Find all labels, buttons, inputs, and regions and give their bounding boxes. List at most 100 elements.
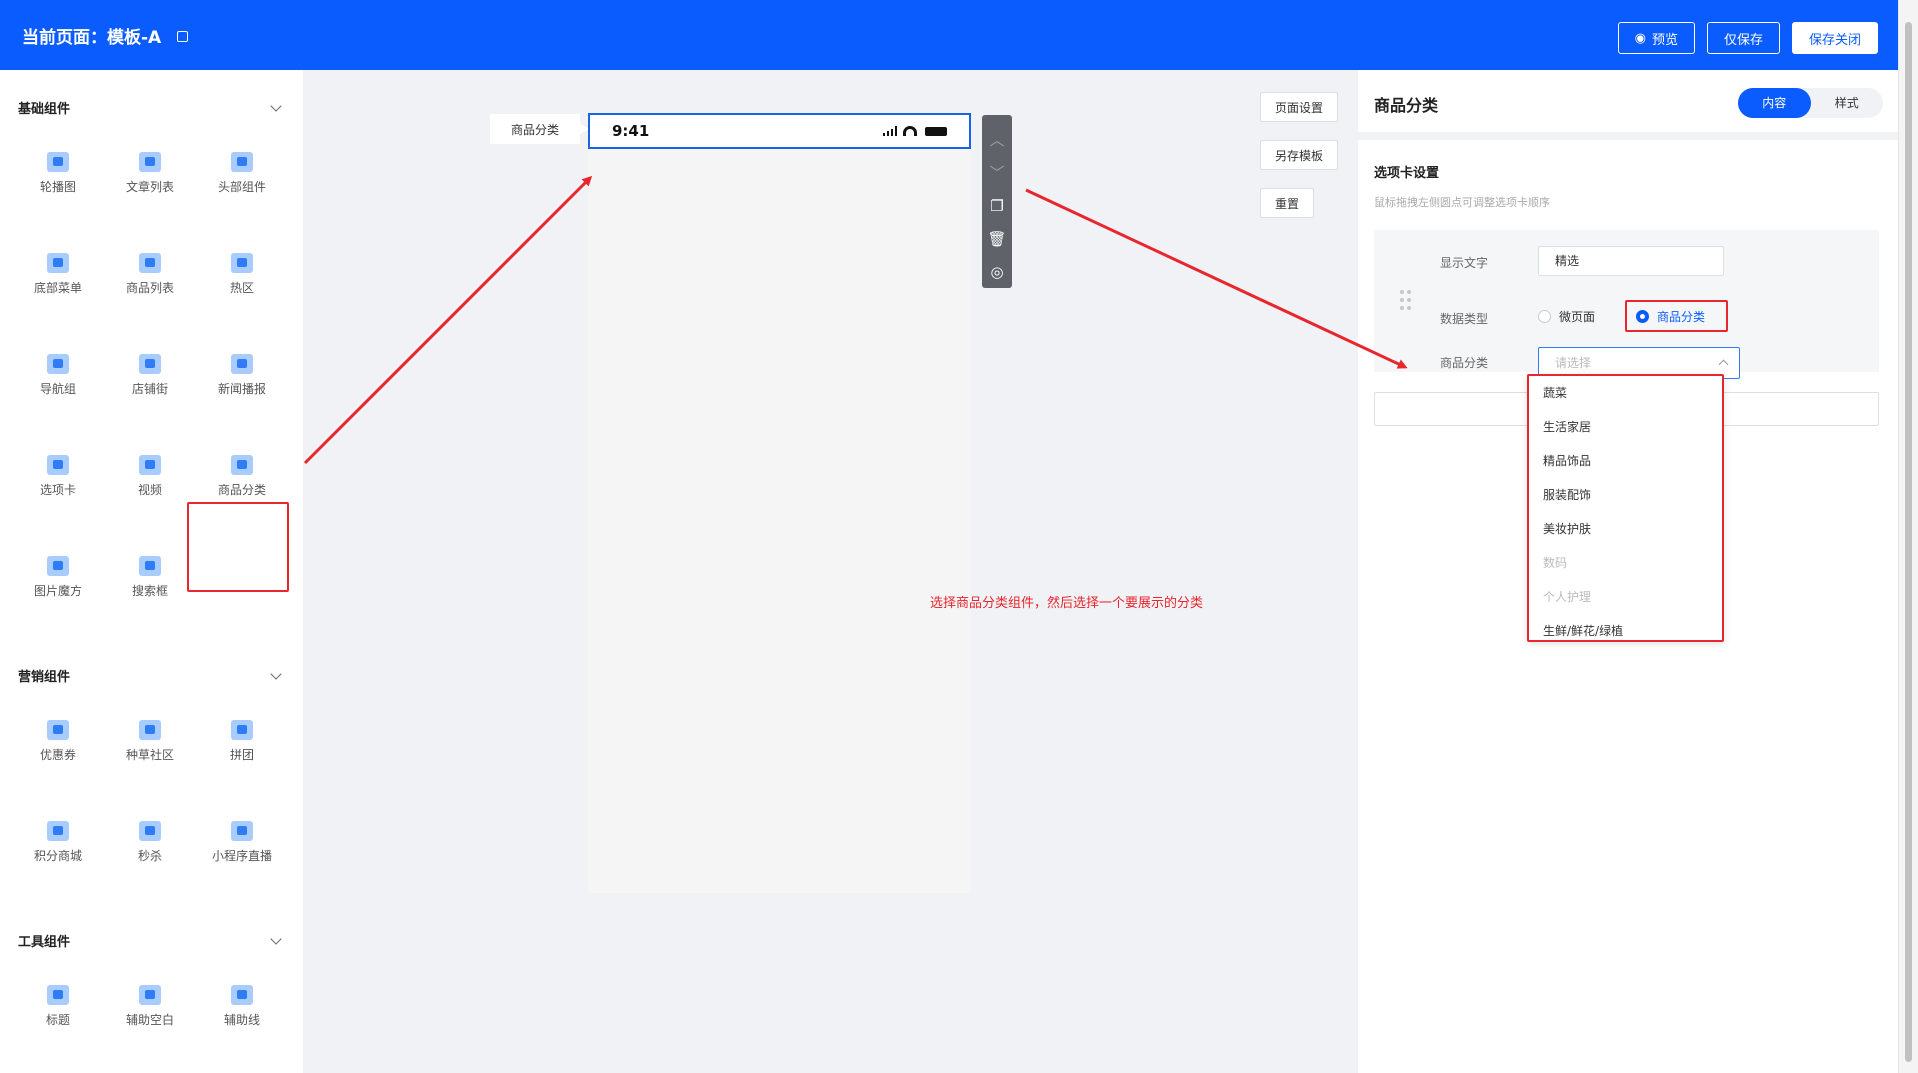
component-tabs[interactable]: 选项卡 [12,455,104,498]
section-hint: 鼠标拖拽左侧圆点可调整选项卡顺序 [1374,196,1550,209]
chevron-down-icon [270,99,282,112]
category-placeholder: 请选择 [1555,356,1592,370]
page-title-text: 当前页面：模板-A [22,27,162,48]
radio-micro-page[interactable]: 微页面 [1538,308,1595,325]
display-text-input[interactable]: 精选 [1538,246,1724,276]
component-article-list[interactable]: 文章列表 [104,152,196,195]
component-label: 积分商城 [33,849,82,863]
reset-button[interactable]: 重置 [1260,188,1315,218]
section-title-basic: 基础组件 [18,102,71,117]
component-blank-space[interactable]: 辅助空白 [104,985,196,1028]
section-title-tools: 工具组件 [18,935,71,950]
flash-sale-icon [139,821,161,841]
component-divider[interactable]: 辅助线 [196,985,288,1028]
component-product-category[interactable]: 商品分类 [196,455,288,498]
section-header-basic[interactable]: 基础组件 [18,98,288,117]
drag-handle-icon[interactable] [1400,290,1412,312]
coupon-icon [47,720,69,740]
component-label: 图片魔方 [33,584,82,598]
dropdown-option[interactable]: 美妆护肤 [1529,512,1722,546]
component-store-street[interactable]: 店铺街 [104,354,196,397]
phone-status-bar[interactable]: 9:41 [588,113,971,149]
article-list-icon [139,152,161,172]
component-video[interactable]: 视频 [104,455,196,498]
tab-content[interactable]: 内容 [1738,88,1811,118]
section-header-marketing[interactable]: 营销组件 [18,666,288,685]
component-live-stream[interactable]: 小程序直播 [196,821,288,864]
component-label: 优惠券 [39,748,76,762]
component-community[interactable]: 种草社区 [104,720,196,763]
component-label: 拼团 [229,748,254,762]
component-toolbar: ︿ ﹀ ❐ 🗑 ◎ [982,115,1012,288]
component-label: 商品列表 [125,281,174,295]
component-group-buy[interactable]: 拼团 [196,720,288,763]
section-title: 选项卡设置 [1374,166,1440,181]
chevron-down-icon [270,667,282,680]
edit-icon[interactable] [177,30,189,42]
panel-title: 商品分类 [1374,96,1439,115]
component-news[interactable]: 新闻播报 [196,354,288,397]
category-dropdown: 蔬菜 生活家居 精品饰品 服装配饰 美妆护肤 数码 个人护理 生鲜/鲜花/绿植 [1527,374,1724,642]
status-time: 9:41 [612,122,650,140]
component-label: 热区 [229,281,254,295]
scrollbar-thumb[interactable] [1905,22,1912,1062]
component-bottom-menu[interactable]: 底部菜单 [12,253,104,296]
copy-icon[interactable]: ❐ [982,189,1012,222]
component-label: 视频 [137,483,162,497]
page-scrollbar[interactable] [1898,0,1918,1073]
section-title-marketing: 营销组件 [18,670,71,685]
tab-style[interactable]: 样式 [1811,88,1884,118]
save-close-button[interactable]: 保存关闭 [1791,22,1878,54]
delete-icon[interactable]: 🗑 [982,222,1012,255]
live-camera-icon [231,821,253,841]
video-icon [139,455,161,475]
move-up-icon[interactable]: ︿ [982,123,1012,156]
signal-icon [883,126,897,136]
dropdown-option[interactable]: 生活家居 [1529,410,1722,444]
component-navigation[interactable]: 导航组 [12,354,104,397]
dropdown-option[interactable]: 生鲜/鲜花/绿植 [1529,614,1722,640]
chevron-up-icon [1718,359,1729,370]
phone-preview[interactable] [588,113,971,893]
component-points-mall[interactable]: 积分商城 [12,821,104,864]
radio-label: 微页面 [1559,310,1596,324]
section-header-tools[interactable]: 工具组件 [18,931,288,950]
page-settings-button[interactable]: 页面设置 [1260,92,1339,122]
preview-button[interactable]: ◉ 预览 [1617,22,1695,54]
heart-icon [139,720,161,740]
component-carousel[interactable]: 轮播图 [12,152,104,195]
dropdown-option[interactable]: 蔬菜 [1529,376,1722,410]
dropdown-option[interactable]: 精品饰品 [1529,444,1722,478]
component-label: 店铺街 [131,382,168,396]
component-search-box[interactable]: 搜索框 [104,556,196,599]
title-text-icon [47,985,69,1005]
tab-item-card: 显示文字 精选 数据类型 微页面 商品分类 商品分类 请选择 [1374,230,1879,379]
component-title[interactable]: 标题 [12,985,104,1028]
component-label: 新闻播报 [217,382,266,396]
save-as-template-button[interactable]: 另存模板 [1260,140,1339,170]
component-label: 种草社区 [125,748,174,762]
component-tag[interactable]: 商品分类 [490,114,590,144]
component-flash-sale[interactable]: 秒杀 [104,821,196,864]
preview-label: 预览 [1651,32,1678,48]
blank-space-icon [139,985,161,1005]
divider-line-icon [231,985,253,1005]
save-only-button[interactable]: 仅保存 [1706,22,1780,54]
image-cube-icon [47,556,69,576]
component-header[interactable]: 头部组件 [196,152,288,195]
radio-dot [1538,310,1551,323]
component-hotspot[interactable]: 热区 [196,253,288,296]
data-type-label: 数据类型 [1440,312,1489,326]
highlight-box-radio [1625,300,1728,332]
component-coupon[interactable]: 优惠券 [12,720,104,763]
move-down-icon[interactable]: ﹀ [982,156,1012,189]
component-product-list[interactable]: 商品列表 [104,253,196,296]
megaphone-icon [231,354,253,374]
highlight-box-category [187,502,289,592]
category-grid-icon [231,455,253,475]
dropdown-option[interactable]: 服装配饰 [1529,478,1722,512]
dropdown-option-disabled: 数码 [1543,556,1568,570]
component-label: 底部菜单 [33,281,82,295]
visibility-icon[interactable]: ◎ [982,255,1012,288]
component-image-cube[interactable]: 图片魔方 [12,556,104,599]
